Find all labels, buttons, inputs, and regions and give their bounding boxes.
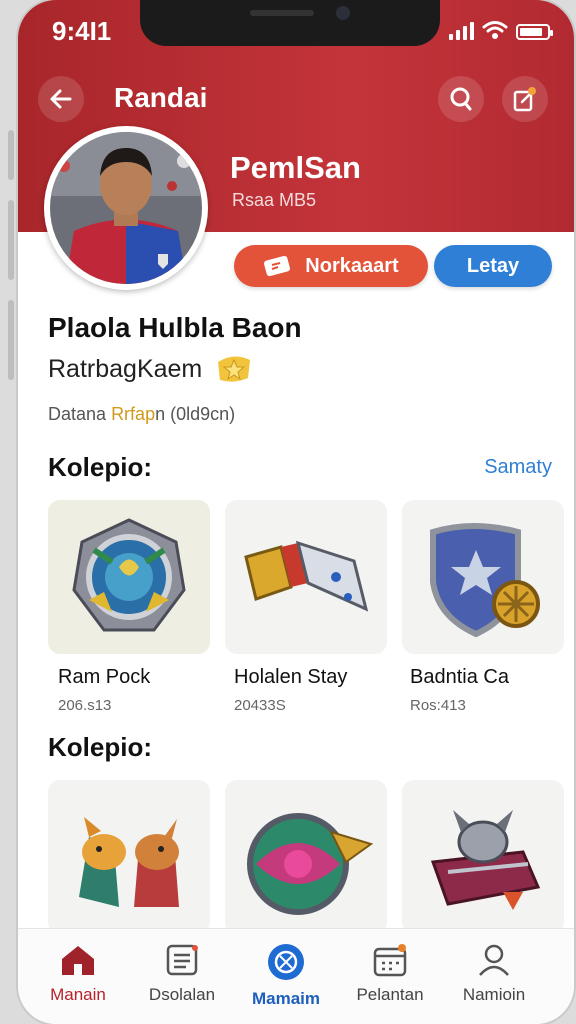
- phone-screen: 9:4I1 Randai PemlSan Rsaa MB5 Norkaaart …: [18, 0, 574, 1024]
- nav-label-profile: Namioin: [462, 985, 526, 1004]
- notch: [140, 0, 440, 46]
- volume-down-button: [8, 300, 14, 380]
- item-name-1: Ram Pock: [58, 666, 151, 688]
- rank-label: RatrbagKaem: [48, 354, 203, 383]
- star-badge-icon: [218, 356, 251, 382]
- nav-item-globe[interactable]: Mamaim: [234, 943, 338, 1009]
- emblem-icon: [72, 518, 186, 632]
- nav-label-globe: Mamaim: [251, 989, 321, 1008]
- nav-label-list: Dsolalan: [148, 985, 216, 1004]
- secondary-action-button[interactable]: Letay: [434, 245, 552, 287]
- battery-icon: [516, 24, 553, 40]
- meta-suffix: n (0ld9cn): [155, 404, 236, 424]
- player-meta: Datana Rrfapn (0ld9cn): [48, 404, 235, 425]
- search-icon: [450, 87, 472, 111]
- share-icon: [513, 87, 536, 112]
- wifi-icon: [482, 21, 508, 39]
- nav-item-profile[interactable]: Namioin: [442, 943, 546, 1005]
- meta-accent: Rrfap: [111, 404, 156, 424]
- section-title-collection-2: Kolepio:: [48, 732, 152, 762]
- item-sub-1: 206.s13: [58, 697, 112, 714]
- list-icon: [166, 944, 198, 976]
- item-name-2: Holalen Stay: [234, 666, 348, 688]
- primary-action-button[interactable]: Norkaaart: [234, 245, 428, 287]
- volume-up-button: [8, 200, 14, 280]
- nav-item-calendar[interactable]: Pelantan: [338, 943, 442, 1005]
- item-sub-3: Ros:413: [410, 697, 466, 714]
- nav-item-home[interactable]: Manain: [26, 943, 130, 1005]
- item-name-3: Badntia Ca: [410, 666, 509, 688]
- collection-card-1[interactable]: [48, 500, 210, 654]
- back-button[interactable]: [38, 76, 84, 122]
- profile-subtitle: Rsaa MB5: [232, 190, 317, 210]
- status-time: 9:4I1: [52, 16, 112, 46]
- orb-icon: [247, 813, 374, 915]
- arrow-left-icon: [50, 89, 72, 109]
- item-sub-2: 20433S: [234, 697, 286, 714]
- collection-card-3[interactable]: [402, 500, 564, 654]
- meta-prefix: Datana: [48, 404, 107, 424]
- calendar-icon: [373, 944, 407, 977]
- collection-card-6[interactable]: [402, 780, 564, 934]
- nav-label-calendar: Pelantan: [356, 985, 424, 1004]
- player-rank: RatrbagKaem: [48, 354, 254, 384]
- secondary-action-label: Letay: [466, 254, 520, 277]
- profile-name: PemlSan: [230, 150, 361, 185]
- signal-icon: [449, 22, 474, 40]
- page-title: Randai: [114, 82, 208, 113]
- search-button[interactable]: [438, 76, 484, 122]
- status-icons: [449, 20, 553, 40]
- collection-card-4[interactable]: [48, 780, 210, 934]
- see-all-link[interactable]: Samaty: [484, 456, 552, 479]
- nav-label-home: Manain: [50, 985, 106, 1004]
- person-icon: [479, 944, 509, 976]
- globe-icon: [268, 944, 304, 980]
- home-icon: [62, 946, 94, 975]
- share-button[interactable]: [502, 76, 548, 122]
- ticket-icon: [264, 255, 291, 277]
- bottom-nav: Manain Dsolalan Mamaim Pelantan Namioin: [18, 928, 574, 1024]
- player-photo-icon: [46, 128, 206, 288]
- dragons-icon: [79, 817, 179, 907]
- mute-switch: [8, 130, 14, 180]
- gauntlet-icon: [244, 540, 369, 612]
- primary-action-label: Norkaaart: [305, 254, 399, 277]
- player-full-name: Plaola Hulbla Baon: [48, 312, 302, 343]
- nav-item-list[interactable]: Dsolalan: [130, 943, 234, 1005]
- collection-card-5[interactable]: [225, 780, 387, 934]
- shield-icon: [430, 523, 540, 638]
- section-title-collection: Kolepio:: [48, 452, 152, 482]
- helmet-chest-icon: [430, 810, 541, 910]
- avatar[interactable]: [44, 126, 208, 290]
- collection-card-2[interactable]: [225, 500, 387, 654]
